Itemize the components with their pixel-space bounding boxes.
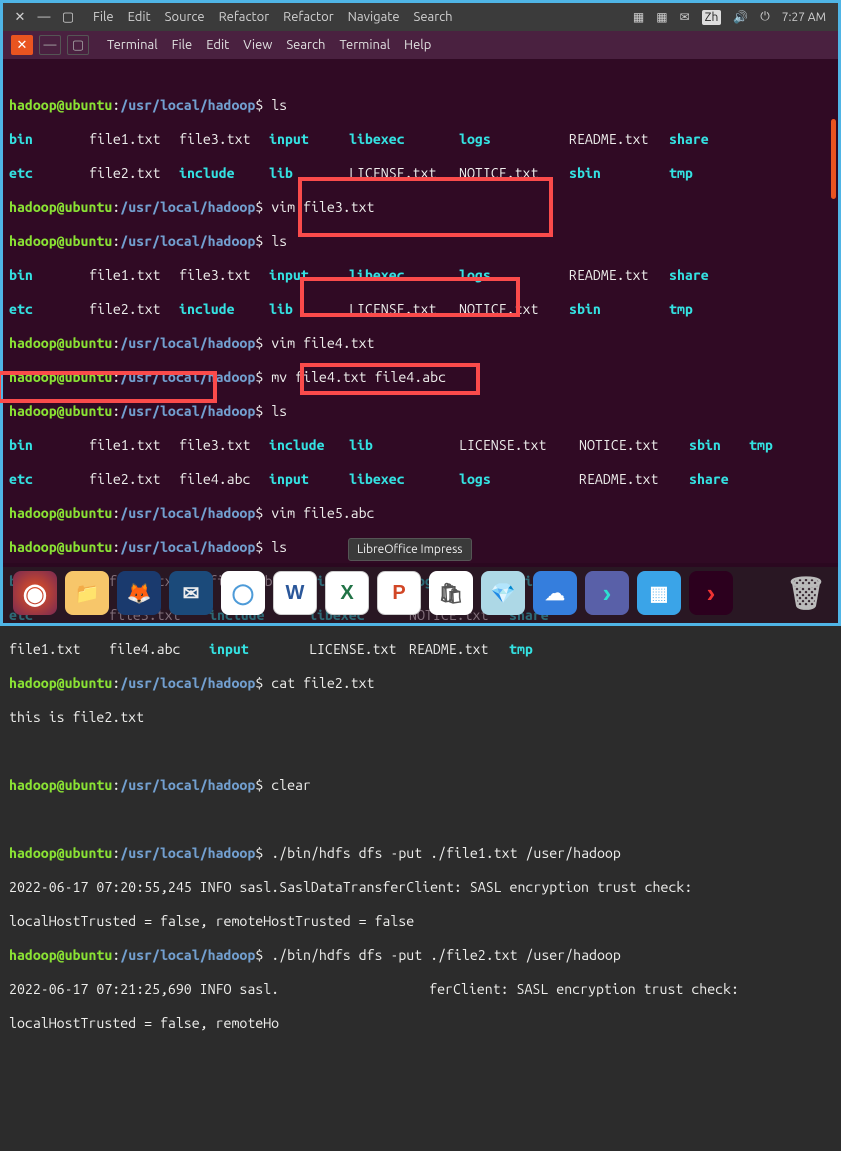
close-icon[interactable]: ✕	[13, 10, 27, 25]
terminal-max-button[interactable]: ▢	[67, 35, 89, 55]
excel-icon[interactable]: X	[325, 571, 369, 615]
firefox-icon[interactable]: 🦊	[117, 571, 161, 615]
log-line: 2022-06-17 07:20:55,245 INFO sasl.SaslDa…	[9, 879, 692, 895]
thunderbird-icon[interactable]: ✉	[169, 571, 213, 615]
terminal-output[interactable]: hadoop@ubuntu:/usr/local/hadoop$ ls binf…	[3, 59, 838, 567]
cmd-ls: ls	[271, 97, 287, 113]
menu-file[interactable]: File	[93, 10, 114, 24]
tmenu-view[interactable]: View	[243, 38, 272, 52]
cmd-hdfs1: ./bin/hdfs dfs -put ./file1.txt /user/ha…	[271, 845, 621, 861]
volume-icon[interactable]: 🔊	[733, 10, 748, 24]
app-icon-3[interactable]: ☁	[533, 571, 577, 615]
cmd-mv4: mv file4.txt file4.abc	[271, 369, 446, 385]
prompt-user: hadoop@ubuntu	[9, 97, 112, 113]
cmd-hdfs2: ./bin/hdfs dfs -put ./file2.txt /user/ha…	[271, 947, 621, 963]
window-controls: ✕ — ▢	[13, 10, 75, 25]
terminal-icon[interactable]: ›	[689, 571, 733, 615]
terminal-min-button[interactable]: —	[39, 35, 61, 55]
clock[interactable]: 7:27 AM	[782, 11, 826, 24]
power-icon[interactable]: ⏻	[760, 10, 770, 24]
menu-refactor-2[interactable]: Refactor	[283, 10, 334, 24]
cmd-clear: clear	[271, 777, 311, 793]
files-icon[interactable]: 📁	[65, 571, 109, 615]
screenshot-icon[interactable]: ▦	[637, 571, 681, 615]
mail-icon[interactable]: ✉	[680, 10, 690, 24]
cmd-vim3: vim file3.txt	[271, 199, 374, 215]
chromium-icon[interactable]: ◯	[221, 571, 265, 615]
cmd-cat2: cat file2.txt	[271, 675, 374, 691]
input-method-indicator[interactable]: Zh	[702, 10, 722, 25]
menu-source[interactable]: Source	[165, 10, 205, 24]
cat-output: this is file2.txt	[9, 709, 144, 725]
dock-tooltip: LibreOffice Impress	[348, 538, 472, 561]
cmd-vim5: vim file5.abc	[271, 505, 374, 521]
software-icon[interactable]: 🛍	[429, 571, 473, 615]
impress-icon[interactable]: P	[377, 571, 421, 615]
app-menu: File Edit Source Refactor Refactor Navig…	[93, 10, 453, 24]
trash-icon[interactable]: 🗑	[784, 571, 828, 615]
prompt-path: /usr/local/hadoop	[120, 97, 255, 113]
tmenu-terminal[interactable]: Terminal	[107, 38, 158, 52]
terminal-close-button[interactable]: ✕	[11, 35, 33, 55]
tmenu-file[interactable]: File	[172, 38, 193, 52]
show-apps-icon[interactable]: ◉	[13, 571, 57, 615]
word-icon[interactable]: W	[273, 571, 317, 615]
tmenu-edit[interactable]: Edit	[206, 38, 229, 52]
scrollbar-thumb[interactable]	[831, 119, 836, 199]
forward-icon[interactable]: ›	[585, 571, 629, 615]
tray-icon-2[interactable]: ▦	[656, 10, 667, 24]
tmenu-terminal-2[interactable]: Terminal	[339, 38, 390, 52]
ls-dir: bin	[9, 131, 89, 148]
menu-edit[interactable]: Edit	[128, 10, 151, 24]
tmenu-search[interactable]: Search	[286, 38, 325, 52]
menu-search[interactable]: Search	[414, 10, 453, 24]
system-tray: ▦ ▦ ✉ Zh 🔊 ⏻ 7:27 AM	[633, 10, 826, 25]
maximize-icon[interactable]: ▢	[61, 10, 75, 25]
terminal-menu: Terminal File Edit View Search Terminal …	[107, 38, 431, 52]
terminal-menubar: ✕ — ▢ Terminal File Edit View Search Ter…	[3, 31, 838, 59]
menu-navigate[interactable]: Navigate	[348, 10, 400, 24]
menu-refactor[interactable]: Refactor	[219, 10, 270, 24]
app-menubar: ✕ — ▢ File Edit Source Refactor Refactor…	[3, 3, 838, 31]
tray-icon-1[interactable]: ▦	[633, 10, 644, 24]
dock: ◉ 📁 🦊 ✉ ◯ W X P 🛍 💎 ☁ › ▦ › 🗑	[3, 563, 838, 623]
cmd-vim4: vim file4.txt	[271, 335, 374, 351]
minimize-icon[interactable]: —	[37, 10, 51, 25]
tmenu-help[interactable]: Help	[404, 38, 431, 52]
app-icon-2[interactable]: 💎	[481, 571, 525, 615]
